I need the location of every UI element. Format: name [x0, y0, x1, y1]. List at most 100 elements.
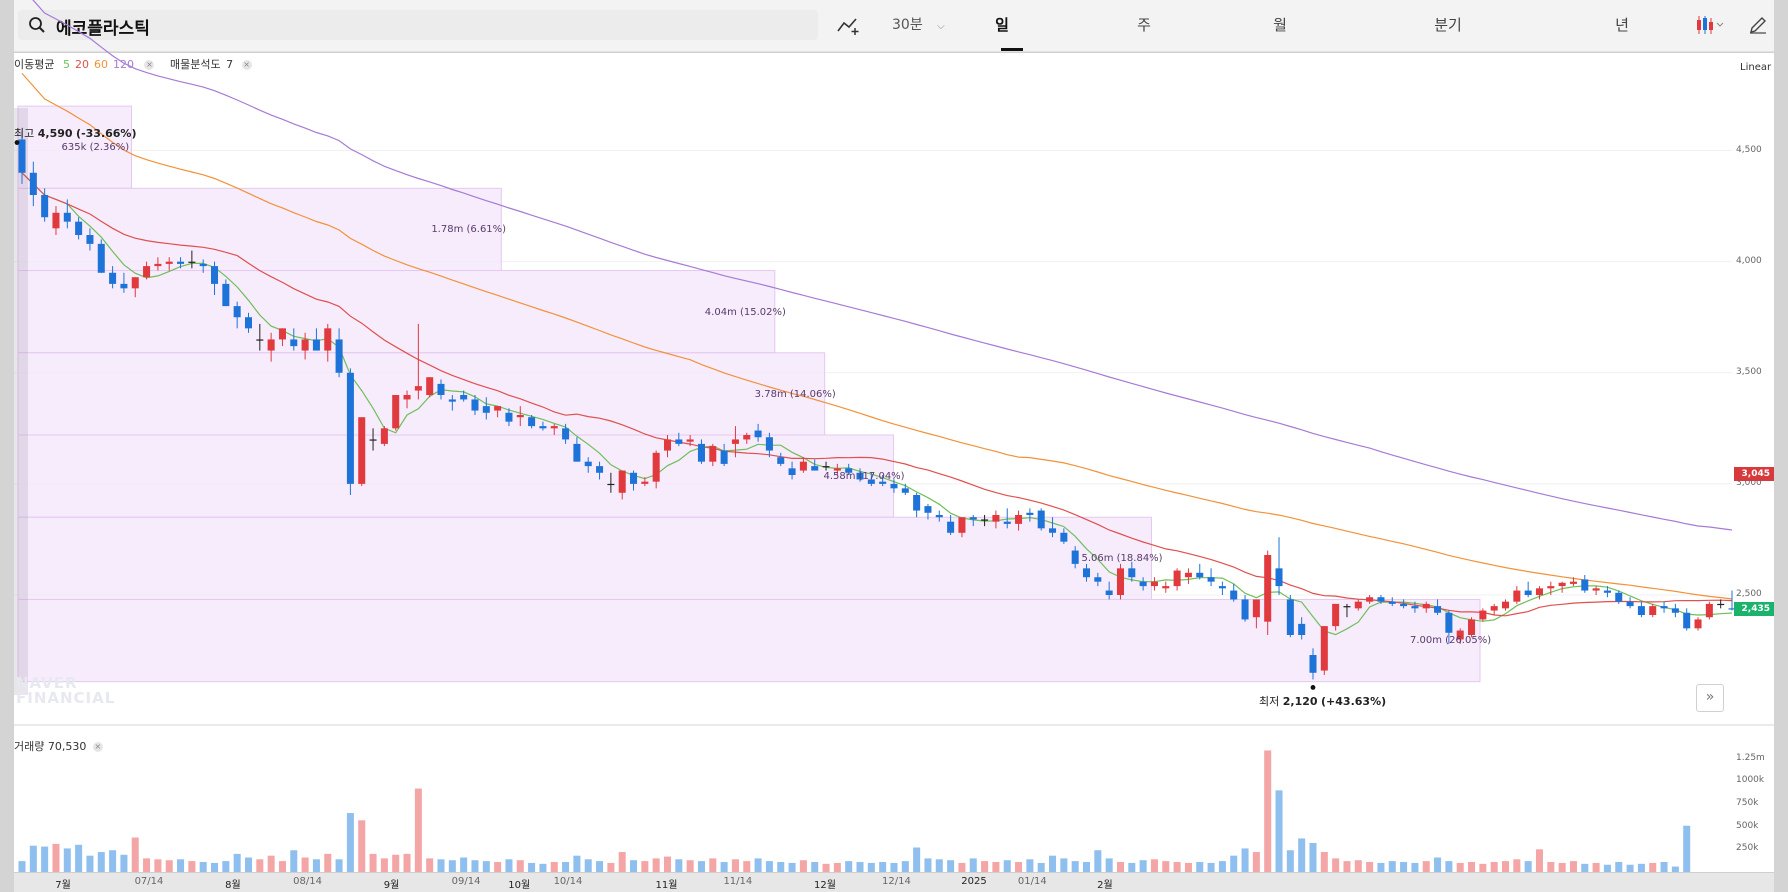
volume-tick-label: 1.25m: [1736, 752, 1765, 763]
volume-bar: [709, 858, 717, 872]
candle-body: [754, 430, 762, 438]
volume-bar: [720, 862, 728, 872]
low-marker-dot: [1310, 685, 1316, 690]
candle-body: [369, 439, 377, 441]
candle-body: [562, 428, 570, 440]
candle-body: [663, 439, 672, 451]
volume-bar: [1354, 860, 1362, 872]
volume-bar: [743, 861, 751, 872]
candle-body: [18, 139, 26, 173]
candle-body: [1479, 610, 1487, 620]
volume-bar: [1049, 855, 1057, 872]
volume-bar: [1558, 862, 1566, 872]
volume-profile-bar: [17, 516, 1152, 600]
low-prefix: 최저: [1258, 695, 1280, 709]
candle-body: [1082, 568, 1091, 578]
candle-body: [1615, 592, 1623, 602]
scroll-to-latest-button[interactable]: »: [1696, 684, 1724, 712]
volume-bar: [41, 846, 49, 872]
candle-body: [1105, 590, 1113, 595]
close-icon[interactable]: ×: [92, 742, 103, 752]
candle-body: [799, 461, 807, 471]
volume-bar: [856, 862, 864, 872]
volume-bar: [392, 854, 400, 872]
candle-body: [1547, 586, 1555, 589]
volume-bar: [335, 859, 343, 872]
volume-bar: [154, 859, 162, 872]
volume-bar: [924, 858, 932, 872]
candle-body: [1162, 586, 1170, 589]
volume-bar: [301, 857, 309, 872]
candle-body: [935, 515, 943, 518]
candle-body: [720, 450, 728, 464]
volume-bar: [1128, 862, 1136, 872]
x-tick-label: 01/14: [1017, 876, 1047, 887]
volume-bar: [981, 861, 989, 872]
volume-bar: [1468, 862, 1476, 872]
candle-body: [75, 221, 83, 235]
volume-bar: [290, 850, 298, 872]
volume-bar: [1071, 861, 1079, 872]
volume-bar: [505, 859, 513, 872]
x-tick-label: 2월: [1097, 880, 1113, 891]
candle-body: [244, 317, 253, 329]
stock-chart-app: 에코플라스틱 30분 ⌵ 일 주 월 분기 년 이동평균 5 20 60 120…: [14, 0, 1774, 892]
volume-bar: [1513, 859, 1521, 872]
volume-bar: [188, 861, 196, 872]
volume-bar: [1139, 860, 1147, 872]
volume-bar: [482, 861, 490, 872]
volume-profile-edge: [14, 108, 28, 695]
volume-bar: [958, 862, 966, 872]
candle-body: [1603, 590, 1611, 593]
candle-body: [1241, 599, 1249, 620]
x-tick-label: 8월: [225, 880, 241, 891]
volume-bar: [822, 863, 830, 872]
candle-body: [1581, 579, 1589, 591]
candle-body: [1094, 577, 1102, 582]
candle-body: [1388, 601, 1396, 604]
candle-body: [1411, 606, 1419, 609]
volume-bar: [1626, 864, 1634, 872]
volume-bar: [1456, 862, 1464, 872]
volume-bar: [652, 858, 660, 872]
volume-bar: [799, 860, 807, 872]
candle-body: [177, 261, 185, 264]
candle-body: [1683, 612, 1691, 629]
candle-body: [811, 466, 819, 471]
volume-bar: [686, 860, 694, 872]
volume-bar: [788, 862, 796, 872]
volume-bar: [811, 862, 819, 872]
volume-bar: [765, 861, 773, 872]
candle-body: [901, 488, 909, 493]
candle-body: [1400, 603, 1408, 607]
candle-body: [1637, 606, 1645, 615]
candle-body: [131, 277, 139, 289]
candle-body: [505, 412, 513, 422]
candle-body: [924, 506, 932, 513]
volume-bar: [1581, 863, 1589, 872]
candle-body: [1252, 599, 1260, 618]
candle-body: [675, 439, 683, 444]
volume-bar: [584, 859, 592, 872]
x-tick-label: 11/14: [723, 876, 753, 887]
volume-legend-value: 70,530: [47, 740, 87, 753]
volume-bar: [663, 856, 672, 872]
volume-bar: [1547, 862, 1555, 872]
volume-bar: [1592, 862, 1600, 872]
ref-price-pill: 3,045: [1734, 466, 1774, 481]
candle-body: [63, 212, 71, 222]
x-tick-label: 10월: [508, 880, 531, 891]
candle-body: [1049, 528, 1057, 533]
price-chart[interactable]: [14, 0, 1774, 892]
candle-body: [426, 377, 434, 395]
volume-bar: [437, 859, 445, 872]
volume-profile-bar: [17, 187, 502, 272]
volume-bar: [1388, 861, 1396, 872]
volume-bar: [935, 859, 943, 872]
volume-bar: [969, 858, 977, 872]
candle-body: [992, 515, 1000, 522]
candle-body: [743, 435, 751, 440]
candle-body: [969, 517, 977, 520]
candle-body: [199, 263, 207, 267]
volume-bar: [1445, 861, 1453, 872]
